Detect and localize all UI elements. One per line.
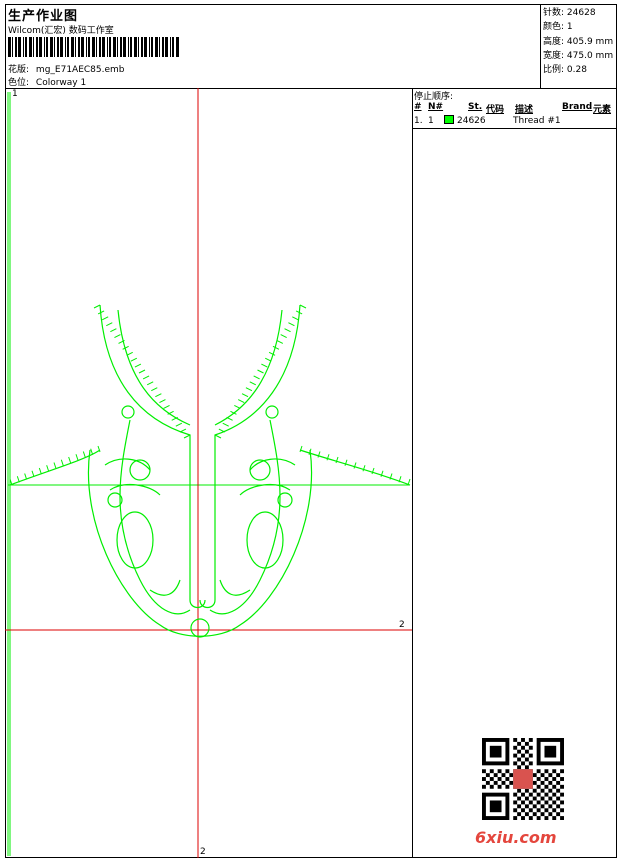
center-flower <box>190 618 210 638</box>
left-flower <box>129 459 151 481</box>
left-neck-edge <box>99 304 206 609</box>
left-shoulder <box>9 449 101 486</box>
embroidery-design-canvas <box>5 88 412 858</box>
vertical-guide-label: 2 <box>200 847 206 857</box>
lower-border <box>87 449 313 637</box>
right-neck-edge <box>199 304 301 609</box>
left-vine <box>119 419 191 615</box>
watermark-logo: 6xiu.com <box>475 828 557 847</box>
satin-stitch-ticks <box>9 304 411 486</box>
left-paisley <box>116 511 154 569</box>
left-bud <box>121 405 135 419</box>
neckline-embroidery <box>9 304 411 638</box>
lower-curls <box>149 579 251 596</box>
right-vine <box>209 419 281 615</box>
right-flower <box>249 459 271 481</box>
right-paisley <box>246 511 284 569</box>
horizontal-guide-label: 2 <box>399 620 405 630</box>
right-neck-inner <box>214 309 283 426</box>
qr-code <box>482 738 564 820</box>
right-shoulder <box>299 449 411 486</box>
left-neck-inner <box>117 309 191 426</box>
corner-guide-label: 1 <box>12 89 18 99</box>
right-bud <box>265 405 279 419</box>
